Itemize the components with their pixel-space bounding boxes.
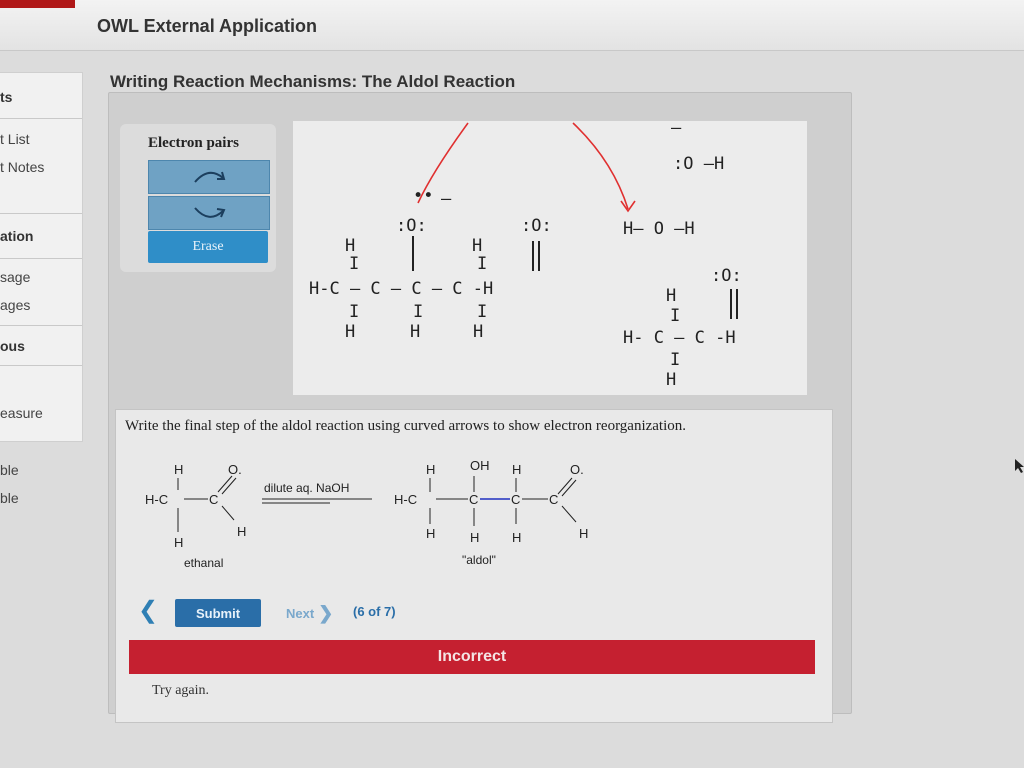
sidebar-item-ble[interactable]: ble bbox=[0, 462, 19, 478]
sidebar-item-ation[interactable]: ation bbox=[0, 228, 33, 244]
electron-pairs-label: Electron pairs bbox=[148, 135, 239, 151]
h-top: H bbox=[666, 286, 676, 306]
reagent-label: dilute aq. NaOH bbox=[264, 481, 349, 495]
atom-h: H bbox=[512, 462, 521, 477]
h-bottom-1: H bbox=[345, 322, 355, 342]
submit-button[interactable]: Submit bbox=[175, 599, 261, 627]
atom-h: H bbox=[237, 524, 246, 539]
atom-c: C bbox=[209, 492, 218, 507]
bond-bar: I bbox=[477, 254, 487, 274]
mouse-cursor-icon bbox=[1015, 459, 1024, 473]
bond-bar: I bbox=[413, 302, 423, 322]
bond bbox=[221, 505, 235, 521]
bond-bar: I bbox=[670, 306, 680, 326]
sidebar-divider bbox=[0, 118, 82, 119]
sidebar-item-ts[interactable]: ts bbox=[0, 89, 12, 105]
lone-pair-dots: •• bbox=[413, 186, 433, 206]
bond-bar: I bbox=[670, 350, 680, 370]
bond bbox=[221, 477, 237, 495]
bond-bar: I bbox=[349, 302, 359, 322]
hydroxide-ion: :O —H bbox=[673, 154, 724, 174]
curved-arrow-up-icon bbox=[194, 171, 226, 183]
bond bbox=[561, 479, 577, 497]
carbonyl-oxygen: :O: bbox=[711, 266, 742, 286]
next-button[interactable]: Next ❯ bbox=[286, 603, 333, 624]
h-bottom-2: H bbox=[410, 322, 420, 342]
sidebar-item-list[interactable]: t List bbox=[0, 131, 30, 147]
atom-c: C bbox=[511, 492, 520, 507]
atom-h: H bbox=[426, 462, 435, 477]
curved-arrow-clockwise-button[interactable] bbox=[148, 160, 270, 194]
sidebar-item-ages[interactable]: ages bbox=[0, 297, 30, 313]
bond bbox=[557, 477, 573, 495]
h-top-1: H bbox=[345, 236, 355, 256]
sidebar-item-easure[interactable]: easure bbox=[0, 405, 43, 421]
atom-h: H bbox=[426, 526, 435, 541]
h-bottom: H bbox=[666, 370, 676, 390]
atom-c: C bbox=[549, 492, 558, 507]
atom-h: H bbox=[174, 462, 183, 477]
atom-h: H bbox=[174, 535, 183, 550]
atom-hc: H-C bbox=[145, 492, 168, 507]
bond-bar: I bbox=[477, 302, 487, 322]
product-name: "aldol" bbox=[462, 553, 496, 567]
sidebar-item-ble-2[interactable]: ble bbox=[0, 490, 19, 506]
arrowhead bbox=[620, 200, 636, 213]
atom-h: H bbox=[512, 530, 521, 545]
negative-charge: – bbox=[441, 189, 452, 209]
oxygen-1: :O: bbox=[396, 216, 427, 236]
app-header: OWL External Application bbox=[0, 0, 1024, 51]
sidebar-divider bbox=[0, 365, 82, 366]
atom-c: C bbox=[469, 492, 478, 507]
curved-arrow-2 bbox=[572, 122, 629, 210]
atom-h: H bbox=[470, 530, 479, 545]
water-molecule: H— O —H bbox=[623, 219, 695, 239]
feedback-message: Try again. bbox=[152, 683, 210, 698]
curved-arrow-down-icon bbox=[194, 207, 226, 218]
carbon-chain: H-C — C — C — C -H bbox=[309, 279, 493, 299]
sidebar-divider bbox=[0, 258, 82, 259]
bond-bar: I bbox=[349, 254, 359, 274]
atom-o: O. bbox=[228, 462, 242, 477]
next-label: Next bbox=[286, 606, 315, 621]
mechanism-drawing: •• – :O: :O: H H I I H-C — C — C — C -H … bbox=[309, 118, 742, 390]
negative-charge: – bbox=[671, 121, 682, 138]
h-bottom-3: H bbox=[473, 322, 483, 342]
reactant-name: ethanal bbox=[184, 556, 223, 570]
bond bbox=[217, 475, 233, 493]
h-top-2: H bbox=[472, 236, 482, 256]
bond bbox=[561, 505, 577, 523]
atom-o: O. bbox=[570, 462, 584, 477]
chevron-right-icon: ❯ bbox=[318, 603, 334, 623]
reaction-scheme: H O. H-C C H H ethanal dilute aq. NaOH H… bbox=[145, 458, 588, 570]
logo-fragment bbox=[0, 0, 75, 8]
question-prompt: Write the final step of the aldol reacti… bbox=[125, 418, 687, 434]
sidebar-item-ous[interactable]: ous bbox=[0, 338, 25, 354]
question-counter: (6 of 7) bbox=[353, 604, 396, 619]
sidebar-divider bbox=[0, 213, 82, 214]
oxygen-2: :O: bbox=[521, 216, 552, 236]
feedback-status: Incorrect bbox=[129, 640, 815, 674]
atom-hc: H-C bbox=[394, 492, 417, 507]
page-title: Writing Reaction Mechanisms: The Aldol R… bbox=[110, 72, 516, 91]
sidebar: ts t List t Notes ation sage ages ous ea… bbox=[0, 72, 83, 442]
curved-arrow-counter-button[interactable] bbox=[148, 196, 270, 230]
mechanism-canvas[interactable]: •• – :O: :O: H H I I H-C — C — C — C -H … bbox=[293, 118, 807, 395]
sidebar-item-sage[interactable]: sage bbox=[0, 269, 30, 285]
sidebar-divider bbox=[0, 325, 82, 326]
atom-h: H bbox=[579, 526, 588, 541]
app-title: OWL External Application bbox=[97, 16, 318, 36]
hydroxyl-group: OH bbox=[470, 458, 490, 473]
sidebar-item-notes[interactable]: t Notes bbox=[0, 159, 44, 175]
previous-button[interactable]: ❮ bbox=[138, 596, 158, 625]
erase-button[interactable]: Erase bbox=[148, 231, 268, 263]
acetaldehyde-chain: H- C — C -H bbox=[623, 328, 736, 348]
